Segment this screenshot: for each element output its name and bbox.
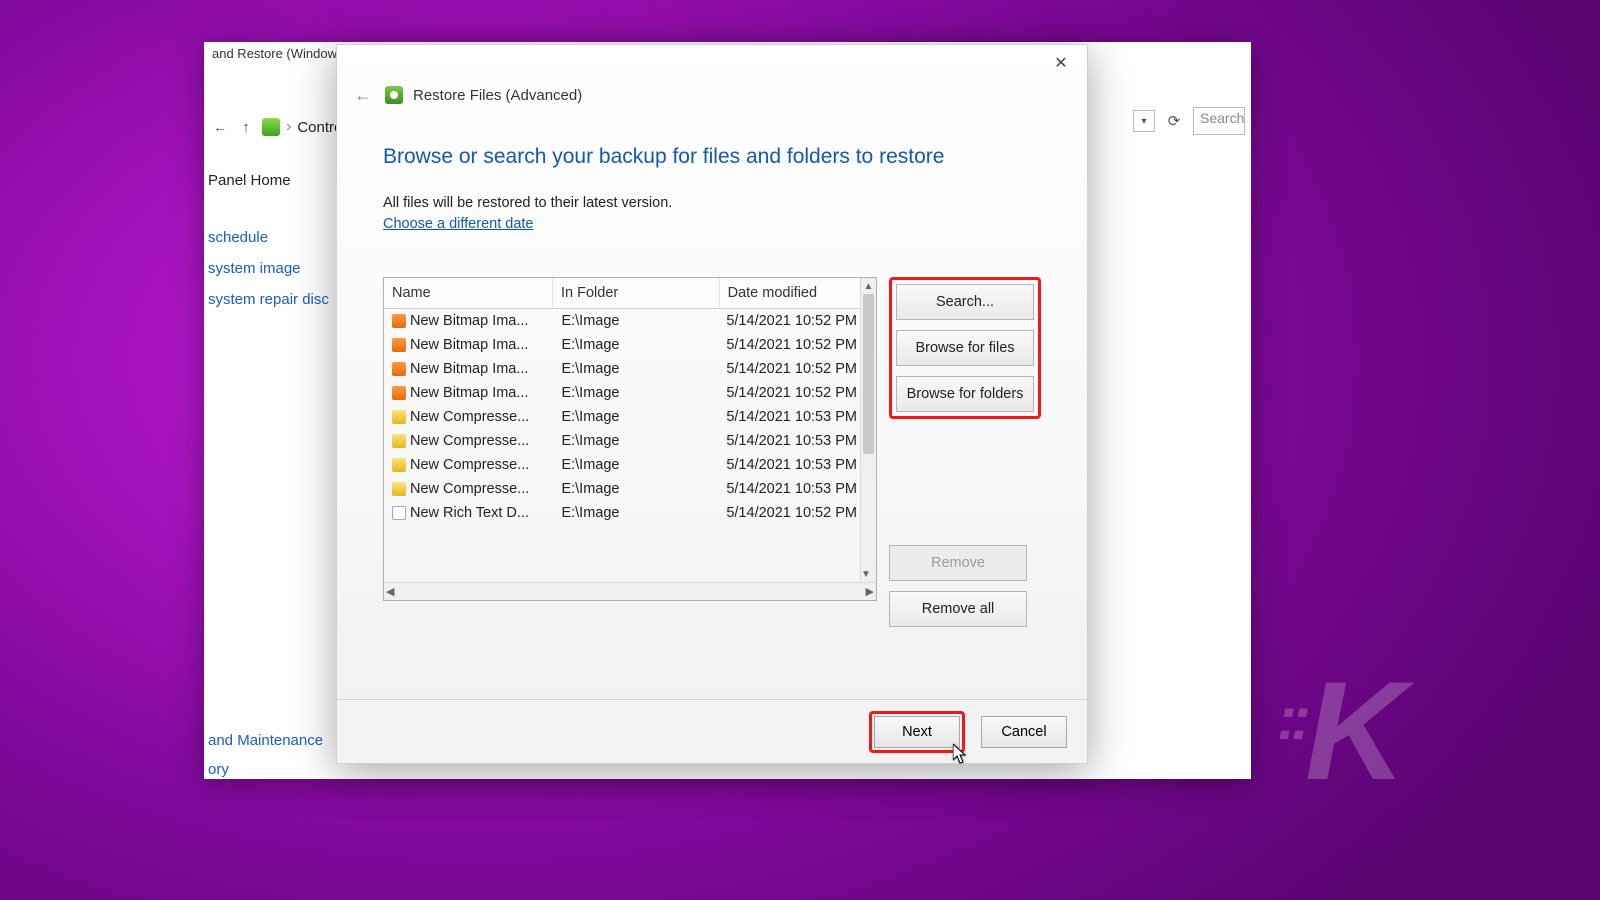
file-date: 5/14/2021 10:53 PM	[718, 453, 876, 477]
watermark: ::K	[1277, 650, 1400, 812]
file-date: 5/14/2021 10:53 PM	[718, 405, 876, 429]
file-folder: E:\Image	[553, 405, 718, 429]
table-row[interactable]: New Bitmap Ima... E:\Image5/14/2021 10:52…	[384, 309, 876, 333]
sidebar-item-history[interactable]: ory	[208, 761, 323, 778]
next-button[interactable]: Next	[874, 716, 960, 748]
scroll-left-icon[interactable]: ◀	[386, 585, 394, 598]
file-folder: E:\Image	[553, 333, 718, 357]
browse-files-button[interactable]: Browse for files	[896, 330, 1034, 366]
dialog-heading: Browse or search your backup for files a…	[383, 145, 1041, 169]
file-list[interactable]: Name In Folder Date modified New Bitmap …	[383, 277, 877, 601]
file-icon	[392, 458, 406, 472]
file-name: New Bitmap Ima...	[410, 313, 528, 329]
table-row[interactable]: New Compresse... E:\Image5/14/2021 10:53 …	[384, 453, 876, 477]
col-name[interactable]: Name	[384, 278, 553, 309]
scroll-up-icon[interactable]: ▲	[861, 278, 876, 294]
file-icon	[392, 482, 406, 496]
sidebar-item-repair-disc[interactable]: system repair disc	[208, 291, 335, 308]
file-icon	[392, 434, 406, 448]
control-panel-icon	[262, 118, 280, 136]
dialog-title: Restore Files (Advanced)	[413, 87, 582, 104]
browse-buttons-highlight: Search... Browse for files Browse for fo…	[889, 277, 1041, 419]
dialog-titlebar: ✕	[337, 45, 1087, 81]
control-panel-sidebar: Panel Home schedule system image system …	[204, 154, 339, 308]
search-button[interactable]: Search...	[896, 284, 1034, 320]
remove-button: Remove	[889, 545, 1027, 581]
file-date: 5/14/2021 10:52 PM	[718, 309, 876, 333]
col-folder[interactable]: In Folder	[553, 278, 720, 309]
file-icon	[392, 506, 406, 520]
file-date: 5/14/2021 10:52 PM	[718, 333, 876, 357]
file-folder: E:\Image	[553, 381, 718, 405]
file-name: New Compresse...	[410, 433, 529, 449]
choose-date-link[interactable]: Choose a different date	[383, 216, 533, 232]
cancel-button[interactable]: Cancel	[981, 716, 1067, 748]
restore-icon	[385, 86, 403, 104]
table-header-row: Name In Folder Date modified	[384, 278, 876, 309]
file-date: 5/14/2021 10:52 PM	[718, 501, 876, 525]
file-name: New Bitmap Ima...	[410, 361, 528, 377]
sidebar-item-system-image[interactable]: system image	[208, 260, 335, 277]
dialog-back-icon[interactable]: ←	[351, 83, 375, 107]
dialog-footer: Next Cancel	[337, 699, 1087, 763]
scroll-thumb[interactable]	[863, 294, 874, 454]
sidebar-lower: and Maintenance ory	[208, 732, 323, 778]
file-date: 5/14/2021 10:52 PM	[718, 381, 876, 405]
file-folder: E:\Image	[553, 477, 718, 501]
scroll-right-icon[interactable]: ▶	[866, 585, 874, 598]
table-row[interactable]: New Compresse... E:\Image5/14/2021 10:53 …	[384, 477, 876, 501]
dialog-subtext: All files will be restored to their late…	[383, 195, 1041, 211]
file-icon	[392, 314, 406, 328]
browse-folders-button[interactable]: Browse for folders	[896, 376, 1034, 412]
file-name: New Rich Text D...	[410, 505, 529, 521]
search-input[interactable]: Search	[1193, 107, 1245, 135]
restore-files-dialog: ✕ ← Restore Files (Advanced) Browse or s…	[336, 44, 1088, 764]
file-name: New Bitmap Ima...	[410, 337, 528, 353]
nav-up-icon[interactable]: ↑	[236, 117, 256, 137]
file-folder: E:\Image	[553, 453, 718, 477]
side-button-column: Search... Browse for files Browse for fo…	[889, 277, 1041, 627]
table-row[interactable]: New Compresse... E:\Image5/14/2021 10:53 …	[384, 429, 876, 453]
file-date: 5/14/2021 10:53 PM	[718, 429, 876, 453]
table-row[interactable]: New Bitmap Ima... E:\Image5/14/2021 10:52…	[384, 333, 876, 357]
remove-all-button[interactable]: Remove all	[889, 591, 1027, 627]
file-icon	[392, 362, 406, 376]
sidebar-item-schedule[interactable]: schedule	[208, 229, 335, 246]
file-name: New Compresse...	[410, 409, 529, 425]
col-date[interactable]: Date modified	[719, 278, 876, 309]
table-row[interactable]: New Bitmap Ima... E:\Image5/14/2021 10:52…	[384, 357, 876, 381]
vertical-scrollbar[interactable]: ▲ ▼	[860, 278, 876, 582]
file-icon	[392, 386, 406, 400]
file-icon	[392, 410, 406, 424]
file-name: New Bitmap Ima...	[410, 385, 528, 401]
table-row[interactable]: New Rich Text D... E:\Image5/14/2021 10:5…	[384, 501, 876, 525]
file-folder: E:\Image	[553, 309, 718, 333]
breadcrumb-chevron-icon: ›	[286, 118, 291, 136]
file-folder: E:\Image	[553, 501, 718, 525]
address-dropdown-icon[interactable]: ▾	[1133, 110, 1155, 132]
file-date: 5/14/2021 10:53 PM	[718, 477, 876, 501]
sidebar-home[interactable]: Panel Home	[208, 172, 335, 189]
close-button[interactable]: ✕	[1039, 48, 1083, 78]
back-arrow-icon[interactable]: ←	[210, 117, 230, 137]
table-row[interactable]: New Bitmap Ima... E:\Image5/14/2021 10:52…	[384, 381, 876, 405]
file-date: 5/14/2021 10:52 PM	[718, 357, 876, 381]
file-name: New Compresse...	[410, 457, 529, 473]
file-icon	[392, 338, 406, 352]
table-row[interactable]: New Compresse... E:\Image5/14/2021 10:53 …	[384, 405, 876, 429]
file-folder: E:\Image	[553, 429, 718, 453]
close-icon: ✕	[1054, 53, 1067, 73]
next-button-highlight: Next	[869, 711, 965, 753]
sidebar-item-maintenance[interactable]: and Maintenance	[208, 732, 323, 749]
file-name: New Compresse...	[410, 481, 529, 497]
scroll-down-icon[interactable]: ▼	[861, 566, 871, 582]
file-folder: E:\Image	[553, 357, 718, 381]
horizontal-scrollbar[interactable]: ◀ ▶	[384, 582, 876, 600]
refresh-icon[interactable]: ⟳	[1163, 110, 1185, 132]
